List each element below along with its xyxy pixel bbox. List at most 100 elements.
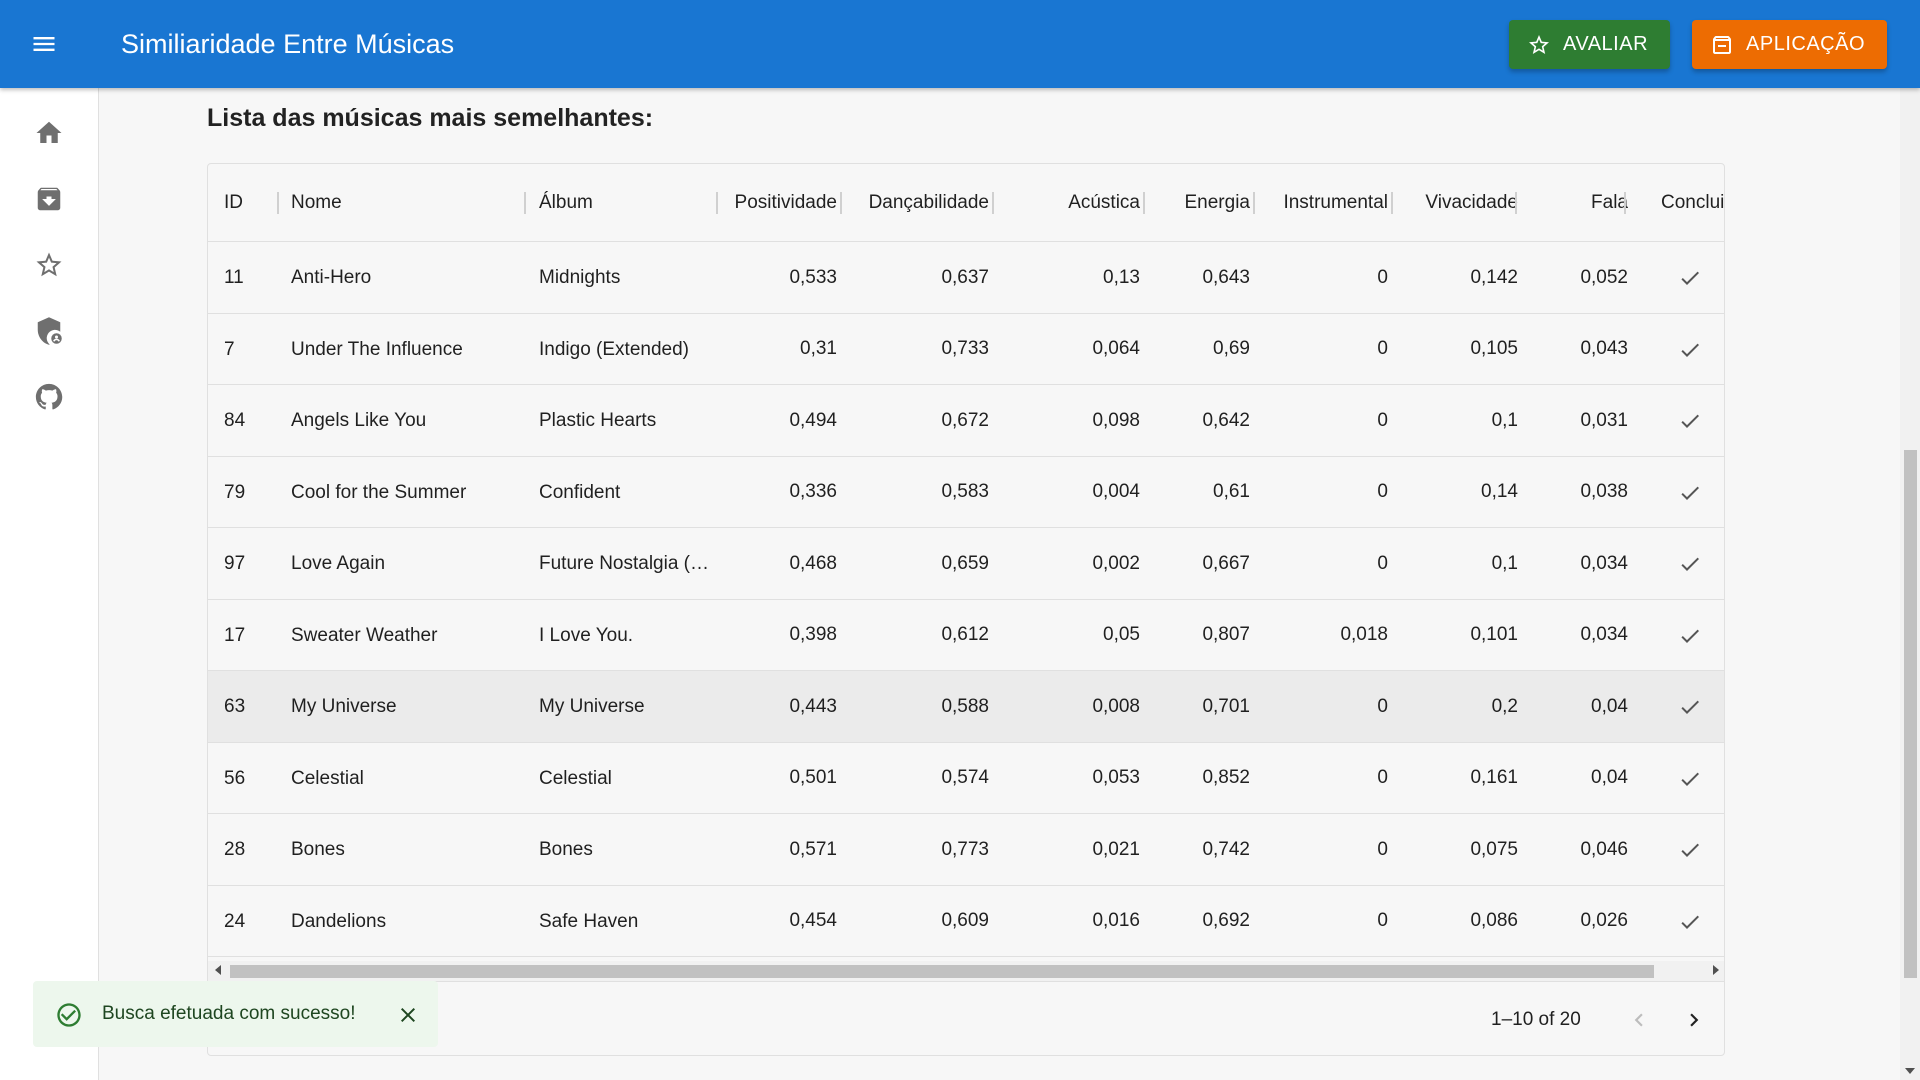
column-header-instrumental[interactable]: Instrumental bbox=[1258, 164, 1388, 242]
column-header-album[interactable]: Álbum bbox=[539, 164, 699, 242]
cell-fala: 0,034 bbox=[1580, 624, 1628, 645]
vertical-scrollbar[interactable] bbox=[1900, 88, 1920, 1080]
column-header-id[interactable]: ID bbox=[224, 164, 264, 242]
table-row[interactable]: 24 Dandelions Safe Haven 0,454 0,609 0,016 0,6… bbox=[208, 886, 1724, 957]
cell-acustica: 0,098 bbox=[1092, 409, 1140, 431]
vertical-scrollbar-thumb[interactable] bbox=[1904, 450, 1917, 978]
close-icon bbox=[401, 1008, 415, 1022]
sidebar-item-home[interactable] bbox=[0, 103, 98, 163]
songs-data-grid: ID Nome Álbum Positividade Dançabilidade… bbox=[207, 163, 1725, 1056]
snackbar-close-button[interactable] bbox=[393, 1000, 423, 1030]
column-header-concluido[interactable]: Conclui bbox=[1661, 164, 1724, 242]
column-header-acustica[interactable]: Acústica bbox=[1008, 164, 1140, 242]
previous-page-button[interactable] bbox=[1623, 1004, 1655, 1036]
column-separator[interactable] bbox=[1253, 192, 1255, 214]
cell-album: My Universe bbox=[539, 696, 645, 717]
aplicacao-button[interactable]: APLICAÇÃO bbox=[1692, 20, 1887, 69]
cell-energia: 0,701 bbox=[1202, 695, 1250, 717]
cell-dancabilidade: 0,733 bbox=[941, 338, 989, 359]
table-row[interactable]: 84 Angels Like You Plastic Hearts 0,494 0,67… bbox=[208, 385, 1724, 457]
menu-button[interactable] bbox=[0, 0, 88, 88]
column-header-nome[interactable]: Nome bbox=[291, 164, 511, 242]
cell-positividade: 0,336 bbox=[789, 481, 837, 502]
table-row[interactable]: 97 Love Again Future Nostalgia (The Moonli… bbox=[208, 528, 1724, 600]
cell-acustica: 0,008 bbox=[1092, 695, 1140, 717]
column-header-vivacidade[interactable]: Vivacidade bbox=[1398, 164, 1518, 242]
table-row[interactable]: 11 Anti-Hero Midnights 0,533 0,637 0,13 0,643 0… bbox=[208, 242, 1724, 314]
cell-album: Midnights bbox=[539, 267, 621, 288]
cell-id: 24 bbox=[224, 910, 246, 932]
aplicacao-label: APLICAÇÃO bbox=[1746, 33, 1865, 55]
table-row[interactable]: 56 Celestial Celestial 0,501 0,574 0,053 0,852… bbox=[208, 743, 1724, 814]
column-separator[interactable] bbox=[524, 192, 526, 214]
column-header-energia[interactable]: Energia bbox=[1153, 164, 1251, 242]
table-row[interactable]: 7 Under The Influence Indigo (Extended) 0,3… bbox=[208, 314, 1724, 385]
horizontal-scrollbar[interactable] bbox=[208, 961, 1724, 981]
cell-dancabilidade: 0,659 bbox=[941, 552, 989, 574]
cell-energia: 0,69 bbox=[1213, 338, 1250, 359]
cell-id: 28 bbox=[224, 839, 246, 860]
column-separator[interactable] bbox=[1391, 192, 1393, 214]
column-separator[interactable] bbox=[1515, 192, 1517, 214]
cell-dancabilidade: 0,773 bbox=[941, 838, 989, 860]
check-icon bbox=[1681, 271, 1699, 285]
sidebar-item-privacy[interactable] bbox=[0, 301, 98, 361]
table-row[interactable]: 28 Bones Bones 0,571 0,773 0,021 0,742 0 0,075 0,… bbox=[208, 814, 1724, 886]
column-header-fala[interactable]: Fala bbox=[1528, 164, 1628, 242]
cell-vivacidade: 0,1 bbox=[1491, 409, 1518, 431]
column-separator[interactable] bbox=[840, 192, 842, 214]
cell-positividade: 0,501 bbox=[789, 767, 837, 788]
cell-instrumental: 0 bbox=[1377, 552, 1388, 574]
column-separator[interactable] bbox=[1624, 192, 1626, 214]
column-separator[interactable] bbox=[1143, 192, 1145, 214]
cell-nome: Bones bbox=[291, 839, 345, 860]
cell-album: Confident bbox=[539, 481, 621, 503]
cell-energia: 0,61 bbox=[1213, 481, 1250, 502]
cell-nome: Love Again bbox=[291, 553, 386, 574]
sidebar-item-github[interactable] bbox=[0, 367, 98, 427]
page-heading: Lista das músicas mais semelhantes: bbox=[207, 104, 654, 132]
cell-acustica: 0,016 bbox=[1092, 910, 1140, 931]
cell-id: 84 bbox=[224, 410, 246, 431]
scroll-left-arrow[interactable] bbox=[215, 965, 221, 975]
cell-dancabilidade: 0,609 bbox=[941, 910, 989, 931]
cell-id: 7 bbox=[224, 338, 235, 360]
grid-header: ID Nome Álbum Positividade Dançabilidade… bbox=[208, 164, 1724, 242]
table-row[interactable]: 17 Sweater Weather I Love You. 0,398 0,612 0,… bbox=[208, 600, 1724, 671]
star-icon bbox=[36, 252, 62, 277]
scroll-down-arrow[interactable] bbox=[1905, 1068, 1915, 1074]
cell-acustica: 0,064 bbox=[1092, 338, 1140, 359]
cell-vivacidade: 0,086 bbox=[1470, 910, 1518, 931]
cell-dancabilidade: 0,574 bbox=[941, 767, 989, 788]
security-icon bbox=[37, 317, 62, 345]
column-header-dancabilidade[interactable]: Dançabilidade bbox=[848, 164, 989, 242]
sidebar-item-ratings[interactable] bbox=[0, 235, 98, 295]
next-page-button[interactable] bbox=[1678, 1004, 1710, 1036]
cell-id: 79 bbox=[224, 481, 246, 503]
success-snackbar: Busca efetuada com sucesso! bbox=[33, 981, 438, 1047]
column-header-positividade[interactable]: Positividade bbox=[718, 164, 837, 242]
column-separator[interactable] bbox=[277, 192, 279, 214]
table-row[interactable]: 63 My Universe My Universe 0,443 0,588 0,008 0… bbox=[208, 671, 1724, 743]
chevron-left-icon bbox=[1634, 1013, 1643, 1027]
cell-fala: 0,04 bbox=[1591, 695, 1628, 717]
app-title: Similiaridade Entre Músicas bbox=[121, 28, 455, 59]
check-icon bbox=[1681, 414, 1699, 428]
cell-positividade: 0,571 bbox=[789, 838, 837, 860]
scroll-right-arrow[interactable] bbox=[1713, 965, 1719, 975]
check-icon bbox=[1681, 843, 1699, 857]
cell-album: Indigo (Extended) bbox=[539, 338, 689, 360]
check-icon bbox=[1681, 486, 1699, 500]
cell-energia: 0,692 bbox=[1202, 910, 1250, 931]
table-row[interactable]: 79 Cool for the Summer Confident 0,336 0,583… bbox=[208, 457, 1724, 528]
sidebar-item-archive[interactable] bbox=[0, 169, 98, 229]
cell-nome: Angels Like You bbox=[291, 410, 427, 431]
cell-dancabilidade: 0,583 bbox=[941, 481, 989, 502]
avaliar-button[interactable]: AVALIAR bbox=[1509, 20, 1671, 69]
column-separator[interactable] bbox=[992, 192, 994, 214]
cell-nome: Sweater Weather bbox=[291, 624, 438, 646]
home-icon bbox=[36, 121, 62, 143]
cell-album: Plastic Hearts bbox=[539, 410, 657, 431]
scrollbar-thumb[interactable] bbox=[230, 965, 1654, 978]
cell-id: 11 bbox=[224, 267, 244, 288]
